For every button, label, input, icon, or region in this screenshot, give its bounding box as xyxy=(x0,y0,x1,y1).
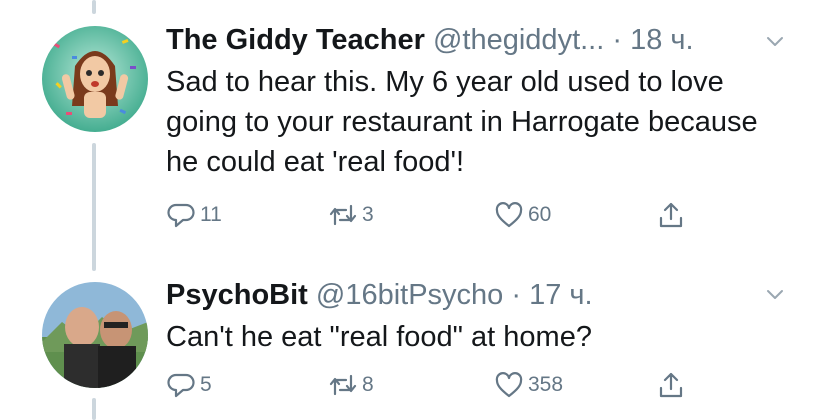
share-icon xyxy=(659,372,683,398)
heart-icon xyxy=(495,202,523,228)
reply-button[interactable]: 11 xyxy=(166,200,222,230)
tweet-actions: 11 3 60 xyxy=(166,200,726,236)
tweet-text: Can't he eat "real food" at home? xyxy=(166,321,592,353)
timestamp[interactable]: · 17 ч. xyxy=(511,279,592,311)
display-name[interactable]: The Giddy Teacher xyxy=(166,24,425,56)
tweet-actions: 5 8 358 xyxy=(166,370,726,406)
avatar[interactable] xyxy=(42,26,148,132)
share-icon xyxy=(659,202,683,228)
tweet-text: Sad to hear this. My 6 year old used to … xyxy=(166,66,758,178)
user-handle[interactable]: @thegiddyt... xyxy=(433,24,604,56)
user-handle[interactable]: @16bitPsycho xyxy=(316,279,503,311)
like-count: 358 xyxy=(528,373,564,396)
like-button[interactable]: 358 xyxy=(494,370,563,400)
display-name[interactable]: PsychoBit xyxy=(166,279,308,311)
reply-count: 5 xyxy=(200,373,212,396)
reply-count: 11 xyxy=(200,203,222,226)
chevron-down-icon[interactable] xyxy=(763,30,787,54)
retweet-button[interactable]: 3 xyxy=(328,200,374,230)
avatar[interactable] xyxy=(42,282,148,388)
heart-icon xyxy=(495,372,523,398)
reply-button[interactable]: 5 xyxy=(166,370,212,400)
tweet-1[interactable]: The Giddy Teacher @thegiddyt... · 18 ч. … xyxy=(0,0,827,270)
retweet-count: 3 xyxy=(362,203,374,226)
retweet-icon xyxy=(329,374,357,396)
reply-icon xyxy=(167,373,195,398)
tweet-header: The Giddy Teacher @thegiddyt... · 18 ч. xyxy=(166,22,694,58)
share-button[interactable] xyxy=(656,200,686,230)
like-button[interactable]: 60 xyxy=(494,200,551,230)
chevron-down-icon[interactable] xyxy=(763,283,787,307)
like-count: 60 xyxy=(528,203,552,226)
tweet-2[interactable]: PsychoBit @16bitPsycho · 17 ч. Can't he … xyxy=(0,270,827,420)
timestamp[interactable]: · 18 ч. xyxy=(612,24,693,56)
retweet-count: 8 xyxy=(362,373,374,396)
retweet-icon xyxy=(329,204,357,226)
retweet-button[interactable]: 8 xyxy=(328,370,374,400)
share-button[interactable] xyxy=(656,370,686,400)
reply-icon xyxy=(167,203,195,228)
tweet-header: PsychoBit @16bitPsycho · 17 ч. xyxy=(166,277,593,313)
